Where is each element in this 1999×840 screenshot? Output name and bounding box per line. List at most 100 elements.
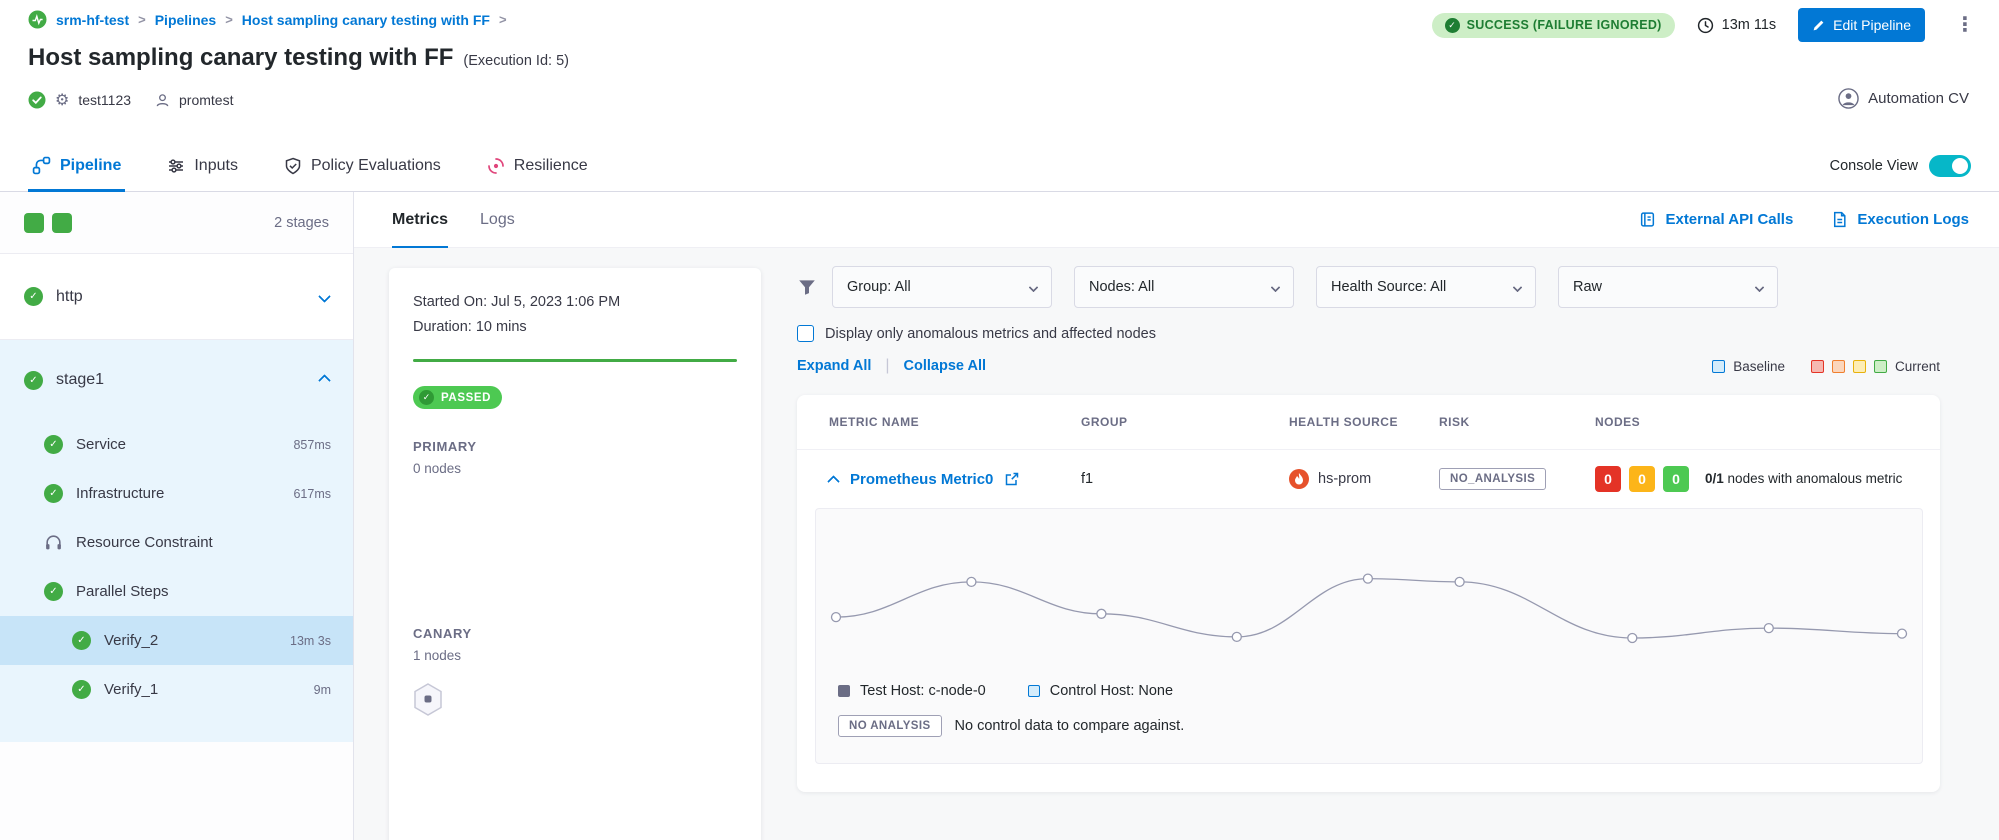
edit-pipeline-label: Edit Pipeline: [1833, 17, 1911, 33]
step-label: Verify_1: [104, 681, 158, 698]
anomalous-checkbox-label: Display only anomalous metrics and affec…: [825, 326, 1156, 342]
edit-pipeline-button[interactable]: Edit Pipeline: [1798, 8, 1925, 42]
chevron-up-icon[interactable]: [318, 374, 331, 387]
duration: Duration: 10 mins: [413, 319, 737, 335]
tab-metrics-label: Metrics: [392, 211, 448, 229]
chevron-down-icon: [1271, 282, 1281, 292]
health-source-prometheus-icon: [1289, 469, 1309, 489]
title-row: Host sampling canary testing with FF (Ex…: [28, 44, 569, 72]
status-badge: SUCCESS (FAILURE IGNORED): [1432, 13, 1675, 38]
page-title: Host sampling canary testing with FF: [28, 44, 453, 72]
anomalous-checkbox[interactable]: [797, 325, 814, 342]
metrics-panel: Group: All Nodes: All Health Source: All: [797, 266, 1940, 792]
chevron-down-icon[interactable]: [318, 290, 331, 303]
expand-collapse-row: Expand All | Collapse All Baseline Curre…: [797, 357, 1940, 375]
stage-square-icon: [24, 213, 44, 233]
tab-resilience[interactable]: Resilience: [483, 140, 592, 191]
breadcrumb-project[interactable]: srm-hf-test: [56, 12, 129, 28]
tab-logs[interactable]: Logs: [480, 192, 515, 247]
external-link-icon[interactable]: [1005, 472, 1019, 486]
collapse-all-link[interactable]: Collapse All: [904, 358, 986, 374]
current-legend-label: Current: [1895, 359, 1940, 374]
health-source-filter-select[interactable]: Health Source: All: [1316, 266, 1536, 308]
nodes-filter-select[interactable]: Nodes: All: [1074, 266, 1294, 308]
metrics-tab-bar: Metrics Logs External API Calls: [354, 192, 1999, 248]
tab-pipeline[interactable]: Pipeline: [28, 140, 125, 191]
col-risk: RISK: [1439, 415, 1595, 429]
row-collapse-chevron-icon[interactable]: [827, 475, 840, 488]
success-check-icon: [24, 371, 43, 390]
no-analysis-message: No control data to compare against.: [955, 718, 1185, 734]
stage-stage1-label: stage1: [56, 371, 104, 389]
health-source-filter-value: Health Source: All: [1331, 279, 1446, 295]
breadcrumb-pipeline-name[interactable]: Host sampling canary testing with FF: [242, 12, 490, 28]
service-status-icon: [28, 91, 46, 109]
more-options-icon[interactable]: ⋮: [1947, 8, 1983, 42]
execution-id: (Execution Id: 5): [463, 53, 569, 69]
col-health-source: HEALTH SOURCE: [1289, 415, 1439, 429]
execution-logs-link[interactable]: Execution Logs: [1831, 211, 1969, 228]
baseline-legend-icon: [1712, 360, 1725, 373]
node-count-red-badge: 0: [1595, 466, 1621, 492]
link-separator: |: [885, 357, 889, 375]
stage-item-stage1[interactable]: stage1: [0, 340, 353, 420]
anomalous-nodes-caption: nodes with anomalous metric: [1728, 471, 1903, 486]
step-item-infrastructure[interactable]: Infrastructure 617ms: [0, 469, 353, 518]
step-item-resource-constraint[interactable]: Resource Constraint: [0, 518, 353, 567]
header-actions: SUCCESS (FAILURE IGNORED) 13m 11s Edit P…: [1432, 8, 1983, 42]
pipeline-execution-page: srm-hf-test > Pipelines > Host sampling …: [0, 0, 1999, 840]
metric-chart-container: Test Host: c-node-0 Control Host: None N…: [815, 508, 1923, 764]
metrics-table-card: METRIC NAME GROUP HEALTH SOURCE RISK NOD…: [797, 395, 1940, 792]
step-duration: 857ms: [293, 438, 331, 452]
canary-node-hexagon[interactable]: [413, 683, 443, 721]
breadcrumb-pipelines[interactable]: Pipelines: [155, 12, 216, 28]
console-view-control: Console View: [1830, 155, 1971, 177]
step-item-parallel-steps[interactable]: Parallel Steps: [0, 567, 353, 616]
current-red-legend-icon: [1811, 360, 1824, 373]
raw-filter-select[interactable]: Raw: [1558, 266, 1778, 308]
step-label: Infrastructure: [76, 485, 164, 502]
chevron-down-icon: [1513, 282, 1523, 292]
shield-check-icon: [284, 157, 302, 175]
control-host-label: Control Host: None: [1050, 683, 1173, 699]
group-filter-select[interactable]: Group: All: [832, 266, 1052, 308]
api-doc-icon: [1639, 211, 1656, 228]
step-duration: 13m 3s: [290, 634, 331, 648]
tab-policy-evaluations[interactable]: Policy Evaluations: [280, 140, 445, 191]
breadcrumb: srm-hf-test > Pipelines > Host sampling …: [28, 10, 507, 29]
step-item-service[interactable]: Service 857ms: [0, 420, 353, 469]
node-count-green-badge: 0: [1663, 466, 1689, 492]
step-item-verify-1[interactable]: Verify_1 9m: [0, 665, 353, 714]
baseline-legend-label: Baseline: [1733, 359, 1785, 374]
console-view-toggle[interactable]: [1929, 155, 1971, 177]
clock-icon: [1697, 17, 1714, 34]
elapsed-time: 13m 11s: [1697, 17, 1777, 34]
stage-http-label: http: [56, 288, 83, 306]
stage-item-http[interactable]: http: [0, 254, 353, 340]
tab-logs-label: Logs: [480, 211, 515, 229]
metric-line-chart: [816, 525, 1922, 675]
success-check-icon: [1445, 18, 1460, 33]
success-check-icon: [72, 680, 91, 699]
started-on: Started On: Jul 5, 2023 1:06 PM: [413, 294, 737, 310]
success-check-icon: [72, 631, 91, 650]
tab-metrics[interactable]: Metrics: [392, 192, 448, 247]
external-api-calls-link[interactable]: External API Calls: [1639, 211, 1793, 228]
expand-all-link[interactable]: Expand All: [797, 358, 871, 374]
chart-host-legend: Test Host: c-node-0 Control Host: None: [838, 683, 1922, 699]
health-source-name: hs-prom: [1318, 471, 1371, 487]
metric-name-link[interactable]: Prometheus Metric0: [850, 471, 993, 488]
col-nodes: NODES: [1595, 415, 1940, 429]
pencil-icon: [1812, 19, 1825, 32]
avatar: [1838, 88, 1859, 109]
col-metric-name: METRIC NAME: [829, 415, 1081, 429]
test-host-label: Test Host: c-node-0: [860, 683, 986, 699]
success-check-icon: [419, 390, 434, 405]
success-check-icon: [44, 435, 63, 454]
step-item-verify-2[interactable]: Verify_2 13m 3s: [0, 616, 353, 665]
environment-icon: [155, 93, 170, 108]
chart-legend: Baseline Current: [1712, 359, 1940, 374]
tab-inputs[interactable]: Inputs: [163, 140, 242, 191]
node-count-yellow-badge: 0: [1629, 466, 1655, 492]
metric-row-prometheus-metric0: Prometheus Metric0 f1 hs-prom: [797, 449, 1940, 502]
